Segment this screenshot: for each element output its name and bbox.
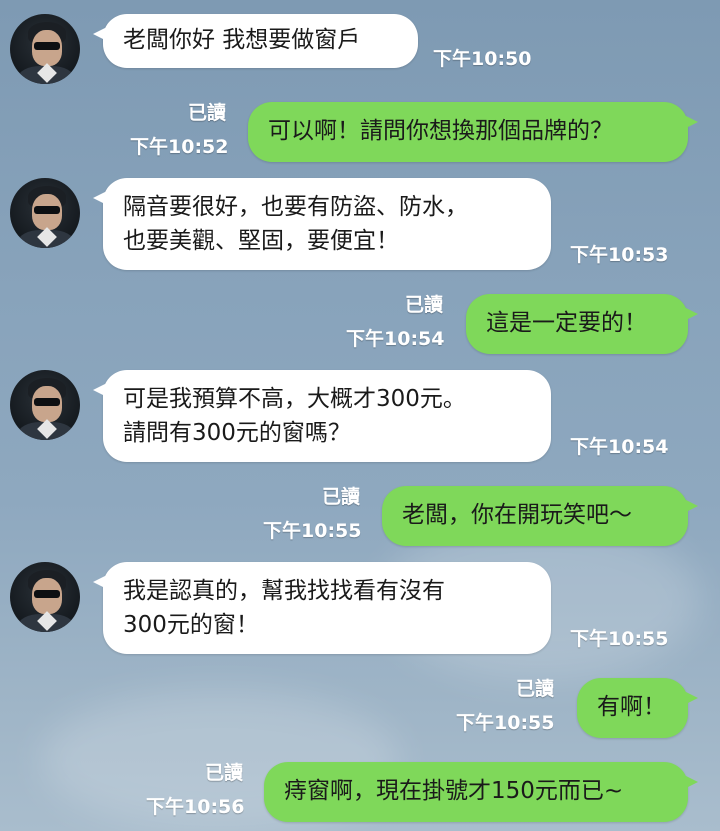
message-bubble-incoming[interactable]: 老闆你好 我想要做窗戶 xyxy=(93,14,418,68)
message-text: 有啊！ xyxy=(597,694,666,720)
message-text: 可是我預算不高，大概才300元。 xyxy=(123,386,466,412)
message-time: 下午10:55 xyxy=(456,712,555,734)
message-text: 我是認真的，幫我找找看有沒有 xyxy=(123,578,445,604)
message-bubble-outgoing[interactable]: 這是一定要的！ xyxy=(466,294,698,354)
message-text: 老闆你好 我想要做窗戶 xyxy=(123,27,361,53)
message-time: 下午10:53 xyxy=(570,244,669,266)
message-text: 這是一定要的！ xyxy=(486,310,647,336)
contact-avatar[interactable] xyxy=(10,370,80,440)
message-text: 隔音要很好，也要有防盜、防水， xyxy=(123,194,468,220)
contact-avatar[interactable] xyxy=(10,14,80,84)
message-bubble-incoming[interactable]: 我是認真的，幫我找找看有沒有 300元的窗！ xyxy=(93,562,551,654)
message-time: 下午10:54 xyxy=(570,436,669,458)
message-text: 痔窗啊，現在掛號才150元而已~ xyxy=(284,778,624,804)
message-time: 下午10:50 xyxy=(433,48,532,70)
message-text: 可以啊！請問你想換那個品牌的？ xyxy=(268,118,613,144)
contact-avatar[interactable] xyxy=(10,178,80,248)
message-time: 下午10:55 xyxy=(263,520,362,542)
contact-avatar[interactable] xyxy=(10,562,80,632)
chat-area[interactable]: 老闆你好 我想要做窗戶 下午10:50 已讀 下午10:52 可以啊！請問你想換… xyxy=(0,0,720,831)
message-text: 老闆，你在開玩笑吧～ xyxy=(402,502,632,528)
message-time: 下午10:55 xyxy=(570,628,669,650)
read-receipt: 已讀 xyxy=(205,762,244,784)
read-receipt: 已讀 xyxy=(405,294,444,316)
message-time: 下午10:56 xyxy=(146,796,245,818)
message-bubble-incoming[interactable]: 可是我預算不高，大概才300元。 請問有300元的窗嗎？ xyxy=(93,370,551,462)
read-receipt: 已讀 xyxy=(516,678,555,700)
message-time: 下午10:52 xyxy=(130,136,229,158)
message-text: 請問有300元的窗嗎？ xyxy=(123,420,351,446)
message-text: 也要美觀、堅固，要便宜！ xyxy=(123,228,399,254)
message-bubble-outgoing[interactable]: 有啊！ xyxy=(577,678,698,738)
message-bubble-outgoing[interactable]: 可以啊！請問你想換那個品牌的？ xyxy=(248,102,698,162)
message-bubble-incoming[interactable]: 隔音要很好，也要有防盜、防水， 也要美觀、堅固，要便宜！ xyxy=(93,178,551,270)
message-bubble-outgoing[interactable]: 痔窗啊，現在掛號才150元而已~ xyxy=(264,762,698,822)
read-receipt: 已讀 xyxy=(322,486,361,508)
message-text: 300元的窗！ xyxy=(123,612,259,638)
read-receipt: 已讀 xyxy=(188,102,227,124)
message-bubble-outgoing[interactable]: 老闆，你在開玩笑吧～ xyxy=(382,486,698,546)
message-time: 下午10:54 xyxy=(346,328,445,350)
